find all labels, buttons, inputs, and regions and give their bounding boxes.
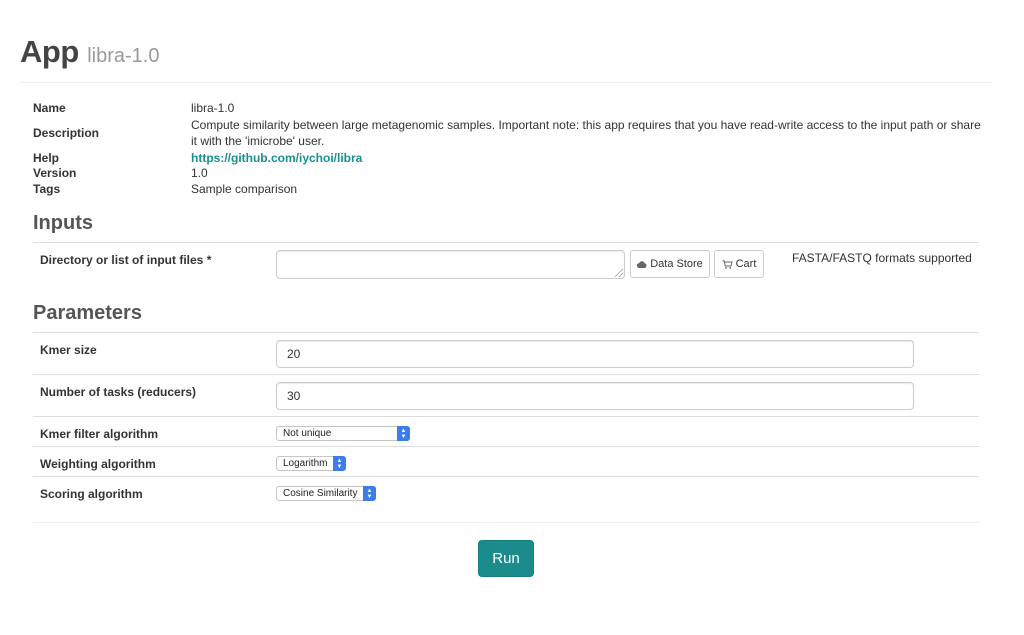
cart-button[interactable]: Cart [714,250,764,278]
info-row-description: Description Compute similarity between l… [33,116,983,150]
num-tasks-row: Number of tasks (reducers) [33,374,979,416]
input-files-row: Directory or list of input files * Data … [33,242,979,286]
version-value: 1.0 [191,166,208,180]
weighting-select[interactable]: Logarithm ▲ ▼ [276,456,346,471]
run-button[interactable]: Run [478,540,534,577]
scoring-value: Cosine Similarity [283,488,358,499]
help-label: Help [33,150,60,165]
kmer-size-input[interactable] [276,340,914,368]
app-info: Name libra-1.0 Description Compute simil… [33,100,983,197]
kmer-size-label: Kmer size [40,343,97,357]
scoring-label: Scoring algorithm [40,487,143,501]
num-tasks-input[interactable] [276,382,914,410]
page-header: App libra-1.0 [20,34,992,83]
cart-label: Cart [735,258,757,270]
help-link[interactable]: https://github.com/iychoi/libra [191,151,362,165]
input-files-field[interactable] [276,250,625,279]
form-divider [33,522,979,523]
data-store-label: Data Store [650,258,703,270]
select-arrows-icon: ▲ ▼ [333,456,346,471]
kmer-filter-label: Kmer filter algorithm [40,427,159,441]
num-tasks-label: Number of tasks (reducers) [40,385,197,399]
input-files-label: Directory or list of input files * [40,253,212,267]
description-label: Description [33,126,100,140]
select-arrows-icon: ▲ ▼ [363,486,376,501]
tags-label: Tags [33,182,61,196]
help-value: https://github.com/iychoi/libra [191,150,983,166]
scoring-row: Scoring algorithm Cosine Similarity ▲ ▼ [33,476,979,506]
resize-grip-icon[interactable] [615,269,623,277]
kmer-size-row: Kmer size [33,332,979,374]
select-arrows-icon: ▲ ▼ [397,426,410,441]
info-row-tags: Tags Sample comparison [33,181,983,197]
kmer-filter-row: Kmer filter algorithm Not unique ▲ ▼ [33,416,979,446]
kmer-filter-select[interactable]: Not unique ▲ ▼ [276,426,410,441]
tags-value: Sample comparison [191,182,298,196]
name-value: libra-1.0 [191,101,235,115]
info-row-help: Help https://github.com/iychoi/libra [33,150,983,165]
version-label: Version [33,166,77,180]
inputs-heading: Inputs [33,212,93,234]
parameters-heading: Parameters [33,302,142,324]
data-store-button[interactable]: Data Store [630,250,710,278]
weighting-row: Weighting algorithm Logarithm ▲ ▼ [33,446,979,476]
cloud-icon [637,260,647,268]
kmer-filter-value: Not unique [283,428,332,439]
page-title: App [20,34,79,69]
info-row-version: Version 1.0 [33,165,983,181]
info-row-name: Name libra-1.0 [33,100,983,116]
input-format-help: FASTA/FASTQ formats supported [792,251,972,265]
weighting-value: Logarithm [283,458,328,469]
scoring-select[interactable]: Cosine Similarity ▲ ▼ [276,486,376,501]
cart-icon [722,259,733,269]
page-subtitle: libra-1.0 [87,45,160,67]
description-value: Compute similarity between large metagen… [191,118,981,148]
weighting-label: Weighting algorithm [40,457,156,471]
name-label: Name [33,101,66,115]
